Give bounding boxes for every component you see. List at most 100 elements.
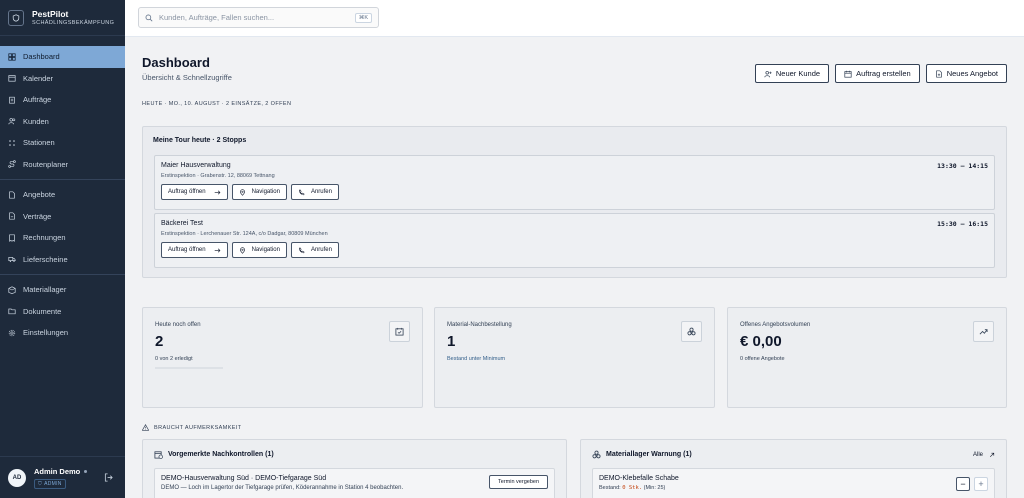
open-order-button[interactable]: Auftrag öffnen [161, 184, 228, 200]
warning-icon [142, 424, 149, 431]
calendar-icon [8, 75, 16, 82]
route-icon [8, 160, 16, 168]
clipboard-icon [9, 96, 15, 104]
today-tour-panel: Meine Tour heute · 2 Stopps Maier Hausve… [142, 126, 1007, 278]
assign-appointment-button[interactable]: Termin vergeben [489, 475, 548, 489]
sidebar-item-dashboard[interactable]: Dashboard [0, 46, 125, 68]
sidebar-item-einstellungen[interactable]: Einstellungen [0, 322, 125, 344]
role-badge: ⛉ ADMIN [34, 478, 66, 489]
panel-title: Materiallager Warnung (1) [606, 451, 692, 458]
sidebar-item-label: Dashboard [23, 52, 60, 62]
sidebar-item-routenplaner[interactable]: Routenplaner [0, 154, 125, 176]
logout-icon[interactable] [104, 473, 113, 482]
stock-warning-panel: Materiallager Warnung (1) Alle DEMO-Kleb… [580, 439, 1007, 498]
search-box[interactable]: ⌘K [138, 7, 379, 28]
boxes-icon [681, 321, 702, 342]
panel-header: Vorgemerkte Nachkontrollen (1) [154, 450, 555, 459]
phone-icon [299, 247, 305, 253]
sidebar-item-stationen[interactable]: Stationen [0, 132, 125, 154]
kpi-card-material[interactable]: Material-Nachbestellung 1 Bestand unter … [434, 307, 715, 408]
boxes-icon [592, 450, 601, 459]
sidebar-item-label: Einstellungen [23, 328, 69, 338]
sidebar-item-angebote[interactable]: Angebote [0, 184, 125, 206]
sidebar-item-kunden[interactable]: Kunden [0, 111, 125, 133]
panel-title: Vorgemerkte Nachkontrollen (1) [168, 451, 274, 458]
map-pin-icon [239, 188, 245, 196]
sidebar-item-dokumente[interactable]: Dokumente [0, 301, 125, 323]
kpi-card-offers[interactable]: Offenes Angebotsvolumen € 0,00 0 offene … [727, 307, 1007, 408]
sidebar-item-kalender[interactable]: Kalender [0, 68, 125, 90]
user-profile[interactable]: AD Admin Demo ⛉ ADMIN [0, 456, 125, 498]
new-customer-button[interactable]: Neuer Kunde [754, 64, 830, 83]
page-subtitle: Übersicht & Schnellzugriffe [142, 73, 232, 82]
shortcut-hint: ⌘K [354, 12, 372, 23]
tour-stop[interactable]: Bäckerei Test 15:30 – 16:15 Erstinspekti… [154, 213, 995, 268]
sidebar-item-lieferscheine[interactable]: Lieferscheine [0, 249, 125, 271]
sidebar-item-vertraege[interactable]: Verträge [0, 206, 125, 228]
navigation-button[interactable]: Navigation [231, 242, 287, 258]
status-dot-icon [84, 469, 88, 473]
new-offer-button[interactable]: Neues Angebot [925, 64, 1007, 83]
page-title: Dashboard [142, 55, 210, 70]
open-order-button[interactable]: Auftrag öffnen [161, 242, 228, 258]
home-icon [8, 53, 16, 61]
stock-label: Bestand: [599, 485, 621, 491]
show-all-link[interactable]: Alle [973, 452, 995, 458]
topbar: ⌘K [125, 0, 1024, 37]
contract-icon [9, 212, 15, 220]
receipt-icon [9, 234, 15, 242]
stock-item-name: DEMO-Klebefalle Schabe [599, 475, 679, 482]
new-order-button[interactable]: Auftrag erstellen [835, 64, 920, 83]
document-icon [9, 191, 15, 199]
stock-value: 0 Stk. [622, 485, 643, 491]
followup-item[interactable]: DEMO-Hausverwaltung Süd · DEMO-Tiefgarag… [154, 468, 555, 498]
kpi-value: 1 [447, 333, 456, 350]
kpi-note-link[interactable]: Bestand unter Minimum [447, 356, 702, 362]
sidebar-item-label: Stationen [23, 138, 55, 148]
sidebar-item-label: Verträge [23, 211, 52, 221]
sidebar-item-label: Routenplaner [23, 159, 69, 169]
search-input[interactable] [159, 13, 355, 22]
users-icon [8, 118, 16, 125]
button-label: Navigation [251, 189, 280, 195]
avatar: AD [8, 468, 26, 487]
stop-address: Erstinspektion · Lerchenauer Str. 124A, … [161, 231, 328, 237]
sidebar-item-label: Kunden [23, 116, 49, 126]
sidebar: PestPilot SCHÄDLINGSBEKÄMPFUNG Dashboard… [0, 0, 125, 498]
sidebar-item-label: Kalender [23, 73, 54, 83]
call-button[interactable]: Anrufen [290, 242, 339, 258]
increment-button[interactable]: + [974, 477, 988, 491]
sidebar-item-rechnungen[interactable]: Rechnungen [0, 227, 125, 249]
tour-stop[interactable]: Maier Hausverwaltung 13:30 – 14:15 Ersti… [154, 155, 995, 210]
decrement-button[interactable]: − [956, 477, 970, 491]
quick-actions: Neuer Kunde Auftrag erstellen Neues Ange… [754, 64, 1007, 83]
stock-min: (Min: 25) [643, 485, 666, 491]
sidebar-item-label: Rechnungen [23, 233, 66, 243]
sidebar-item-label: Materiallager [23, 285, 67, 295]
stock-item[interactable]: DEMO-Klebefalle Schabe Bestand: 0 Stk. (… [592, 468, 995, 498]
search-icon [145, 14, 153, 21]
sidebar-item-label: Angebote [23, 190, 56, 200]
kpi-label: Heute noch offen [155, 322, 201, 328]
button-label: Anrufen [310, 189, 332, 195]
main-content: Dashboard Übersicht & Schnellzugriffe HE… [125, 37, 1024, 498]
kpi-label: Offenes Angebotsvolumen [740, 322, 811, 328]
kpi-label: Material-Nachbestellung [447, 322, 512, 328]
kpi-card-open-today[interactable]: Heute noch offen 2 0 von 2 erledigt [142, 307, 423, 408]
document-plus-icon [935, 69, 942, 78]
quantity-stepper: − + [956, 477, 988, 491]
shield-icon [8, 9, 24, 26]
button-label: Neues Angebot [946, 69, 998, 78]
navigation-button[interactable]: Navigation [231, 184, 287, 200]
sidebar-item-label: Aufträge [23, 95, 52, 105]
sidebar-item-auftraege[interactable]: Aufträge [0, 89, 125, 111]
brand[interactable]: PestPilot SCHÄDLINGSBEKÄMPFUNG [0, 0, 125, 36]
stop-customer: Maier Hausverwaltung [161, 162, 231, 169]
followups-panel: Vorgemerkte Nachkontrollen (1) DEMO-Haus… [142, 439, 567, 498]
calendar-clock-icon [154, 451, 163, 459]
stop-customer: Bäckerei Test [161, 220, 203, 227]
button-label: Auftrag öffnen [168, 189, 206, 195]
sidebar-item-materiallager[interactable]: Materiallager [0, 279, 125, 301]
button-label: Anrufen [310, 247, 332, 253]
call-button[interactable]: Anrufen [290, 184, 339, 200]
